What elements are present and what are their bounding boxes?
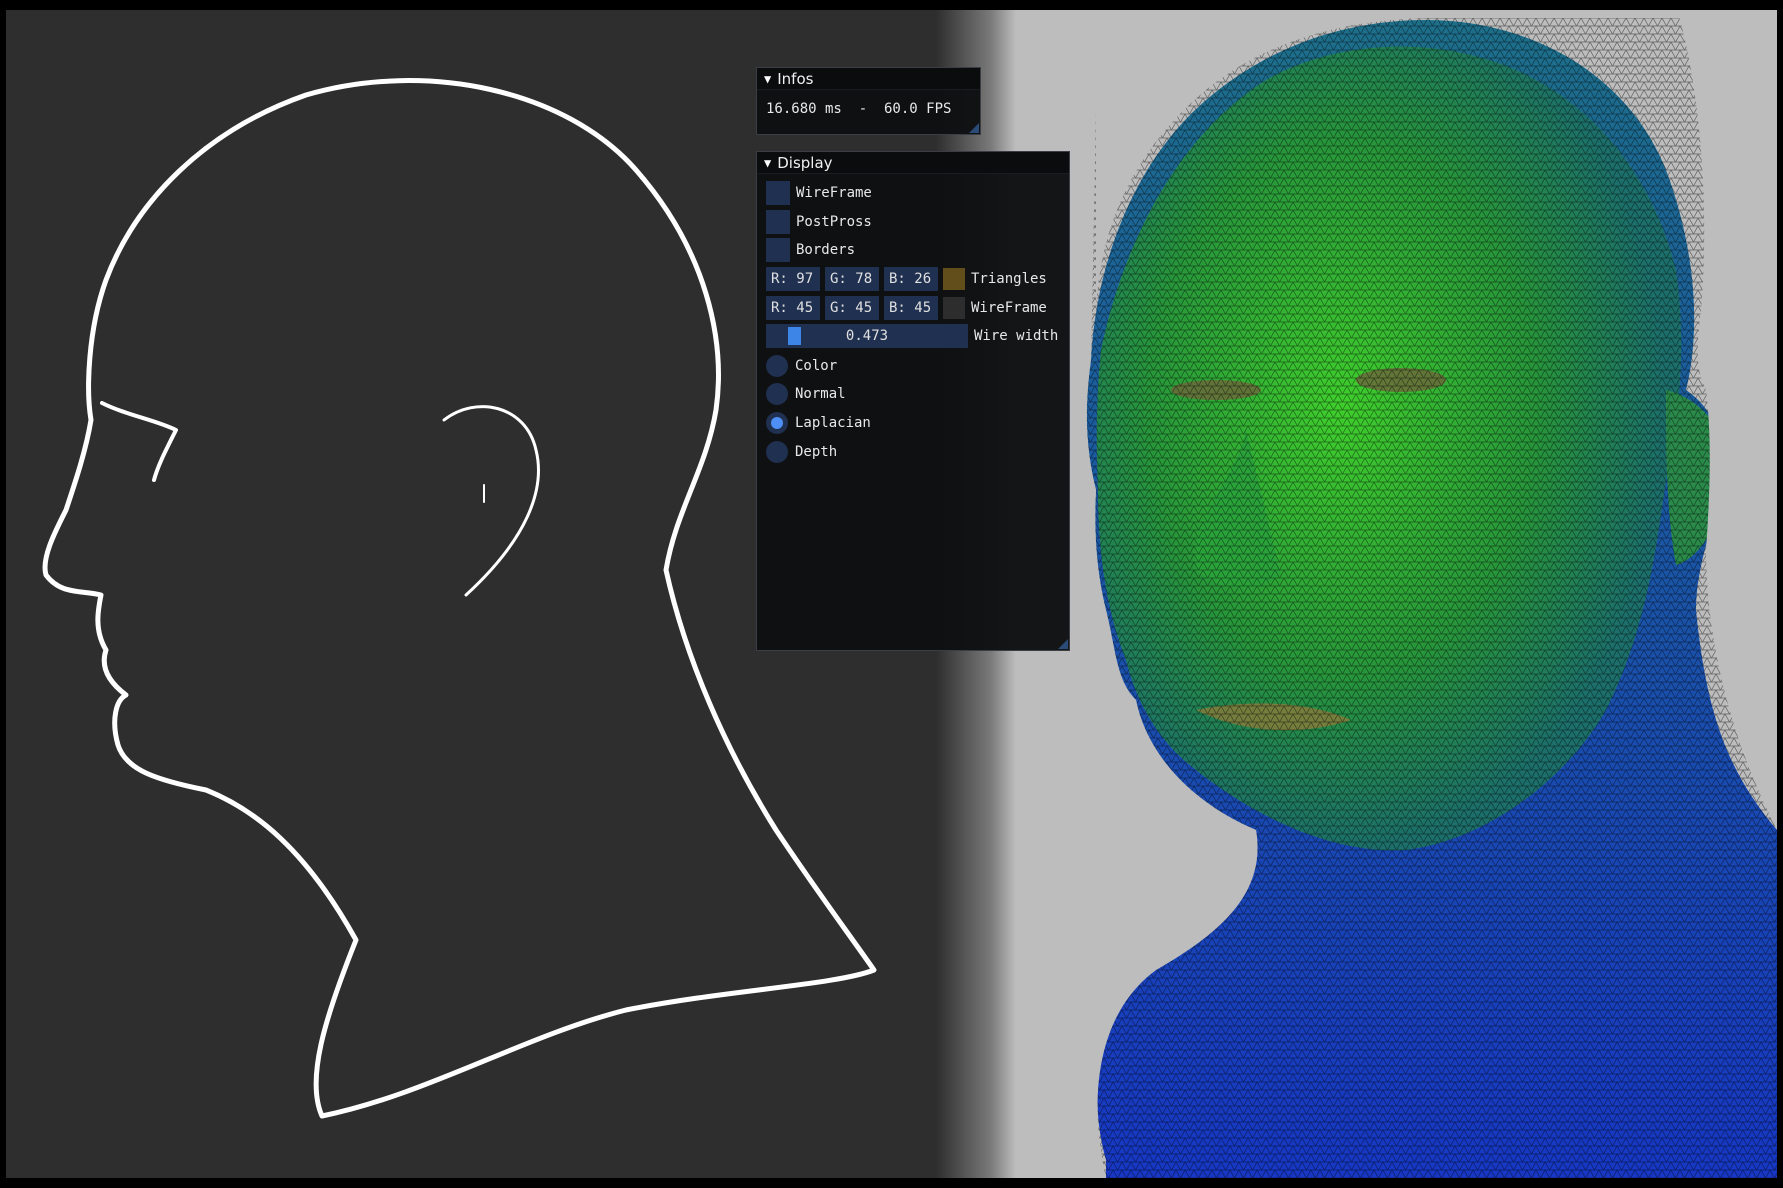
triangles-color-row: R: 97 G: 78 B: 26 Triangles — [766, 267, 1047, 291]
postpross-checkbox[interactable] — [766, 210, 790, 234]
wireframe-checkbox-label: WireFrame — [796, 185, 872, 201]
laplacian-radio-label: Laplacian — [795, 415, 871, 431]
borders-checkbox[interactable] — [766, 238, 790, 262]
color-radio-label: Color — [795, 358, 838, 374]
triangles-red-field[interactable]: R: 97 — [766, 267, 820, 291]
depth-radio[interactable] — [766, 441, 788, 463]
wireframe-red-field[interactable]: R: 45 — [766, 296, 820, 320]
display-window[interactable]: ▼ Display WireFrame PostPross Borders R:… — [756, 151, 1070, 651]
wireframe-color-swatch[interactable] — [943, 297, 965, 319]
mesh-head-render — [1086, 10, 1777, 1178]
display-title: Display — [777, 153, 833, 172]
infos-header[interactable]: ▼ Infos — [757, 68, 980, 90]
postpross-checkbox-label: PostPross — [796, 214, 872, 230]
wireframe-color-row: R: 45 G: 45 B: 45 WireFrame — [766, 296, 1047, 320]
render-mode-depth-row[interactable]: Depth — [766, 440, 837, 464]
3d-viewport[interactable]: ▼ Infos 16.680 ms - 60.0 FPS ▼ Display W… — [6, 10, 1777, 1178]
display-header[interactable]: ▼ Display — [757, 152, 1069, 174]
wireframe-checkbox[interactable] — [766, 181, 790, 205]
color-radio[interactable] — [766, 355, 788, 377]
wireframe-checkbox-row[interactable]: WireFrame — [766, 181, 872, 205]
wireframe-green-field[interactable]: G: 45 — [825, 296, 879, 320]
borders-checkbox-label: Borders — [796, 242, 856, 258]
normal-radio-label: Normal — [795, 386, 846, 402]
render-mode-color-row[interactable]: Color — [766, 354, 837, 378]
postpross-checkbox-row[interactable]: PostPross — [766, 210, 872, 234]
triangles-color-swatch[interactable] — [943, 268, 965, 290]
wireframe-color-label: WireFrame — [971, 300, 1047, 316]
wire-width-label: Wire width — [974, 328, 1059, 344]
silhouette-outline — [42, 78, 877, 1119]
triangles-blue-field[interactable]: B: 26 — [884, 267, 938, 291]
wireframe-blue-field[interactable]: B: 45 — [884, 296, 938, 320]
wire-width-value: 0.473 — [845, 328, 889, 344]
triangles-green-field[interactable]: G: 78 — [825, 267, 879, 291]
collapse-triangle-icon[interactable]: ▼ — [764, 156, 771, 170]
wire-width-slider[interactable]: 0.473 — [766, 324, 968, 348]
depth-radio-label: Depth — [795, 444, 838, 460]
render-mode-normal-row[interactable]: Normal — [766, 382, 846, 406]
collapse-triangle-icon[interactable]: ▼ — [764, 72, 771, 86]
borders-checkbox-row[interactable]: Borders — [766, 238, 855, 262]
resize-grip-icon[interactable] — [969, 123, 979, 133]
laplacian-radio[interactable] — [766, 412, 788, 434]
render-mode-laplacian-row[interactable]: Laplacian — [766, 411, 871, 435]
infos-window[interactable]: ▼ Infos 16.680 ms - 60.0 FPS — [756, 67, 981, 135]
wire-width-row: 0.473 Wire width — [766, 324, 1058, 348]
resize-grip-icon[interactable] — [1058, 639, 1068, 649]
normal-radio[interactable] — [766, 383, 788, 405]
fps-readout: 16.680 ms - 60.0 FPS — [766, 101, 952, 117]
triangles-color-label: Triangles — [971, 271, 1047, 287]
infos-title: Infos — [777, 69, 814, 88]
